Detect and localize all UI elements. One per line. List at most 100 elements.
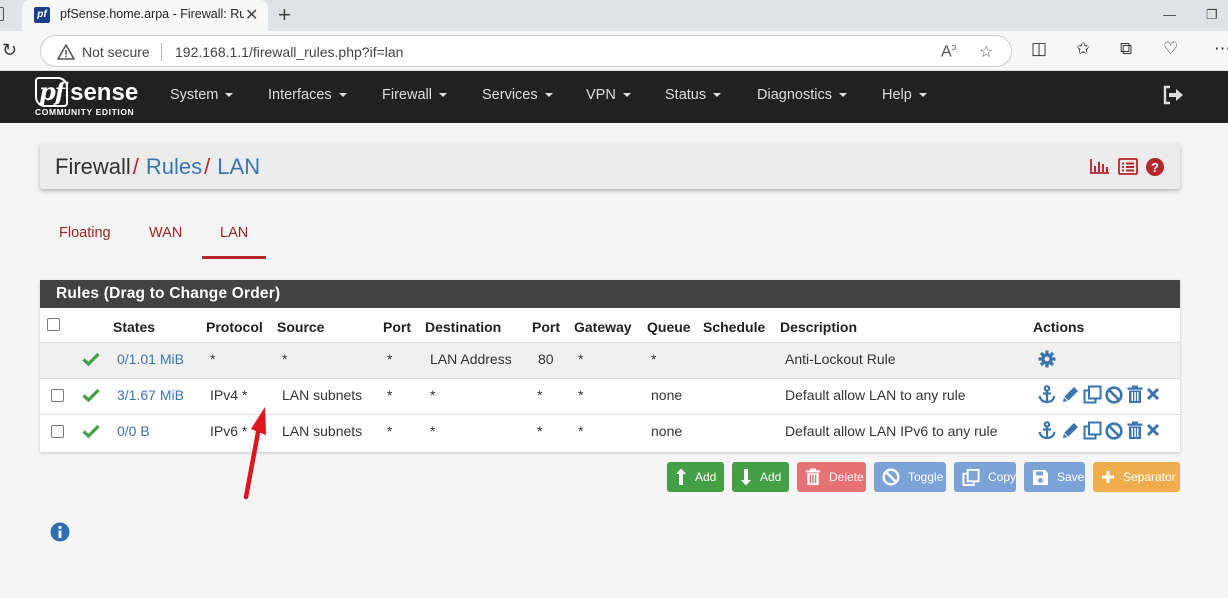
trash-icon [805, 468, 821, 486]
new-tab-icon[interactable]: + [278, 2, 291, 28]
nav-vpn[interactable]: VPN [586, 87, 631, 103]
toggle-button[interactable]: Toggle [874, 462, 946, 492]
bar-chart-icon[interactable] [1090, 158, 1110, 174]
copy-button[interactable]: Copy [954, 462, 1016, 492]
col-protocol[interactable]: Protocol [206, 319, 263, 335]
col-gateway[interactable]: Gateway [574, 319, 632, 335]
breadcrumb-rules[interactable]: Rules [146, 154, 202, 179]
reload-icon[interactable]: ↻ [2, 40, 17, 61]
nav-interfaces[interactable]: Interfaces [268, 87, 347, 103]
breadcrumb-panel: Firewall/Rules/LAN ? [40, 143, 1180, 189]
logout-icon[interactable] [1162, 85, 1184, 105]
anchor-icon[interactable] [1038, 421, 1056, 440]
anchor-icon[interactable] [1038, 385, 1056, 404]
nav-help[interactable]: Help [882, 87, 927, 103]
col-dest-port[interactable]: Port [532, 319, 560, 335]
warning-icon[interactable] [57, 44, 75, 60]
chevron-down-icon [838, 93, 847, 98]
dest-port-cell: 80 [538, 351, 554, 367]
favorite-star-icon[interactable]: ☆ [979, 42, 993, 62]
close-tab-icon[interactable]: ✕ [245, 5, 258, 25]
col-destination[interactable]: Destination [425, 319, 501, 335]
states-link[interactable]: 3/1.67 MiB [117, 387, 184, 403]
annotation-arrow-icon [243, 407, 266, 500]
col-queue[interactable]: Queue [647, 319, 691, 335]
tab-lan[interactable]: LAN [220, 225, 248, 241]
add-top-button[interactable]: Add [667, 462, 724, 492]
edit-pencil-icon[interactable] [1061, 421, 1079, 440]
url-text[interactable]: 192.168.1.1/firewall_rules.php?if=lan [175, 44, 403, 60]
disable-ban-icon[interactable] [1105, 422, 1123, 440]
browser-tab-bar: pf pfSense.home.arpa - Firewall: Rules: … [0, 0, 1228, 31]
copy-label: Copy [987, 470, 1016, 484]
select-all-checkbox[interactable] [47, 318, 60, 331]
breadcrumb-separator: / [204, 154, 211, 179]
add-top-label: Add [695, 470, 717, 484]
minimize-icon[interactable]: — [1163, 7, 1176, 22]
split-screen-icon[interactable]: ◫ [1031, 39, 1047, 59]
copy-rule-icon[interactable] [1083, 385, 1102, 404]
nav-vpn-label: VPN [586, 87, 616, 103]
favorites-icon[interactable]: ✩ [1076, 39, 1090, 59]
col-description[interactable]: Description [780, 319, 857, 335]
pfsense-favicon-icon: pf [34, 7, 50, 23]
row-divider [40, 378, 1180, 379]
states-link[interactable]: 0/0 B [117, 423, 150, 439]
col-schedule[interactable]: Schedule [703, 319, 765, 335]
nav-interfaces-label: Interfaces [268, 87, 332, 103]
help-icon[interactable]: ? [1146, 158, 1164, 176]
logo-pf: pf [35, 77, 69, 107]
states-link[interactable]: 0/1.01 MiB [117, 351, 184, 367]
address-divider [161, 43, 162, 61]
pfsense-logo[interactable]: pf sense COMMUNITY EDITION [35, 77, 138, 117]
delete-label: Delete [829, 470, 864, 484]
description-cell: Anti-Lockout Rule [785, 351, 896, 367]
gear-icon[interactable] [1038, 350, 1056, 368]
tab-actions-icon[interactable] [0, 7, 4, 21]
col-port[interactable]: Port [383, 319, 411, 335]
col-source[interactable]: Source [277, 319, 324, 335]
breadcrumb-separator: / [132, 154, 139, 179]
queue-cell: none [651, 387, 683, 403]
info-icon[interactable] [50, 522, 70, 542]
nav-status[interactable]: Status [665, 87, 722, 103]
tab-floating[interactable]: Floating [59, 225, 111, 241]
disable-ban-icon[interactable] [1105, 386, 1123, 404]
nav-services[interactable]: Services [482, 87, 553, 103]
save-button[interactable]: Save [1024, 462, 1085, 492]
logo-edition: COMMUNITY EDITION [35, 107, 135, 117]
source-cell: * [282, 351, 288, 367]
browser-essentials-icon[interactable]: ♡ [1163, 39, 1178, 59]
security-label[interactable]: Not secure [82, 44, 150, 60]
delete-button[interactable]: Delete [797, 462, 866, 492]
log-list-icon[interactable] [1118, 158, 1138, 175]
separator-button[interactable]: Separator [1093, 462, 1180, 492]
more-menu-icon[interactable]: ⋯ [1214, 39, 1228, 59]
delete-trash-icon[interactable] [1127, 385, 1143, 404]
col-states[interactable]: States [113, 319, 155, 335]
destination-cell: * [430, 387, 436, 403]
remove-x-icon[interactable] [1146, 387, 1160, 401]
gateway-cell: * [578, 423, 584, 439]
add-bottom-button[interactable]: Add [732, 462, 789, 492]
nav-firewall[interactable]: Firewall [382, 87, 447, 103]
arrow-up-icon [676, 468, 686, 485]
nav-diagnostics[interactable]: Diagnostics [757, 87, 847, 103]
tab-wan[interactable]: WAN [149, 225, 182, 241]
restore-icon[interactable]: ❐ [1206, 7, 1218, 23]
nav-system[interactable]: System [170, 87, 234, 103]
copy-rule-icon[interactable] [1083, 421, 1102, 440]
breadcrumb-lan[interactable]: LAN [217, 154, 260, 179]
row-select-checkbox[interactable] [51, 389, 64, 402]
read-aloud-icon[interactable]: Aↄ [941, 42, 956, 61]
collections-icon[interactable]: ⧉ [1120, 39, 1132, 59]
browser-tab-title: pfSense.home.arpa - Firewall: Rules: LAN [60, 7, 244, 21]
row-select-checkbox[interactable] [51, 425, 64, 438]
delete-trash-icon[interactable] [1127, 421, 1143, 440]
address-bar[interactable]: Not secure 192.168.1.1/firewall_rules.ph… [40, 35, 1012, 67]
source-port-cell: * [387, 423, 393, 439]
remove-x-icon[interactable] [1146, 423, 1160, 437]
edit-pencil-icon[interactable] [1061, 385, 1079, 404]
destination-cell: LAN Address [430, 351, 512, 367]
browser-tab[interactable]: pf pfSense.home.arpa - Firewall: Rules: … [22, 0, 268, 31]
